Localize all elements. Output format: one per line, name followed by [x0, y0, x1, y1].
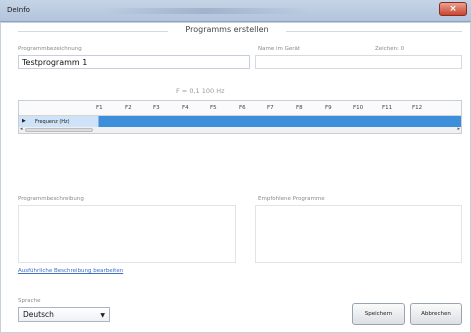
scroll-right-icon[interactable]: ▸: [457, 126, 460, 132]
column-header[interactable]: F2: [125, 105, 153, 111]
page-title: Programms erstellen: [185, 25, 269, 34]
column-header[interactable]: F3: [153, 105, 181, 111]
column-header[interactable]: F10: [353, 105, 381, 111]
device-name-label: Name im Gerät: [258, 46, 301, 52]
row-header[interactable]: ▶ Frequenz (Hz): [19, 116, 99, 127]
recommended-programs-box[interactable]: [255, 205, 462, 263]
horizontal-scrollbar[interactable]: ◂ ▸: [19, 126, 461, 133]
column-header[interactable]: F5: [210, 105, 238, 111]
recommended-label: Empfohlene Programme: [258, 196, 325, 202]
column-header[interactable]: F12: [412, 105, 440, 111]
description-textarea[interactable]: [18, 205, 236, 263]
row-selector-icon: ▶: [22, 118, 26, 124]
chars-counter: Zeichen: 0: [375, 46, 405, 52]
scroll-left-icon[interactable]: ◂: [20, 126, 23, 132]
frequency-grid[interactable]: F1 F2 F3 F4 F5 F6 F7 F8 F9 F10 F11 F12 ▶…: [18, 100, 462, 134]
column-header[interactable]: F11: [382, 105, 410, 111]
description-label: Programmbeschreibung: [18, 196, 84, 202]
column-header[interactable]: F8: [296, 105, 324, 111]
frequency-range-info: F = 0,1 100 Hz: [176, 87, 225, 95]
column-header[interactable]: F7: [267, 105, 295, 111]
column-header[interactable]: F9: [325, 105, 353, 111]
language-value: Deutsch: [23, 310, 54, 319]
title-bar: DeInfo ×: [0, 0, 471, 22]
title-bar-blur: [100, 8, 310, 14]
column-header[interactable]: F6: [239, 105, 267, 111]
language-label: Sprache: [18, 298, 41, 304]
column-header[interactable]: F1: [96, 105, 124, 111]
scroll-thumb[interactable]: [25, 128, 93, 132]
grid-header: F1 F2 F3 F4 F5 F6 F7 F8 F9 F10 F11 F12: [19, 101, 461, 116]
save-button[interactable]: Speichern: [352, 303, 405, 325]
row-label: Frequenz (Hz): [35, 118, 70, 125]
edit-detailed-description-link[interactable]: Ausführliche Beschreibung bearbeiten: [18, 268, 123, 274]
device-name-input[interactable]: [255, 55, 462, 69]
cancel-button[interactable]: Abbrechen: [410, 303, 462, 325]
program-name-label: Programmbezeichnung: [18, 46, 82, 52]
column-header[interactable]: F4: [182, 105, 210, 111]
close-button[interactable]: ×: [439, 2, 467, 16]
program-name-input[interactable]: Testprogramm 1: [18, 55, 250, 69]
language-select[interactable]: Deutsch ▼: [18, 307, 110, 322]
grid-row-frequency[interactable]: ▶ Frequenz (Hz): [19, 116, 461, 127]
header-divider-right: [286, 31, 462, 32]
window-title: DeInfo: [7, 6, 30, 14]
header-divider-left: [18, 31, 168, 32]
chevron-down-icon: ▼: [100, 312, 105, 319]
